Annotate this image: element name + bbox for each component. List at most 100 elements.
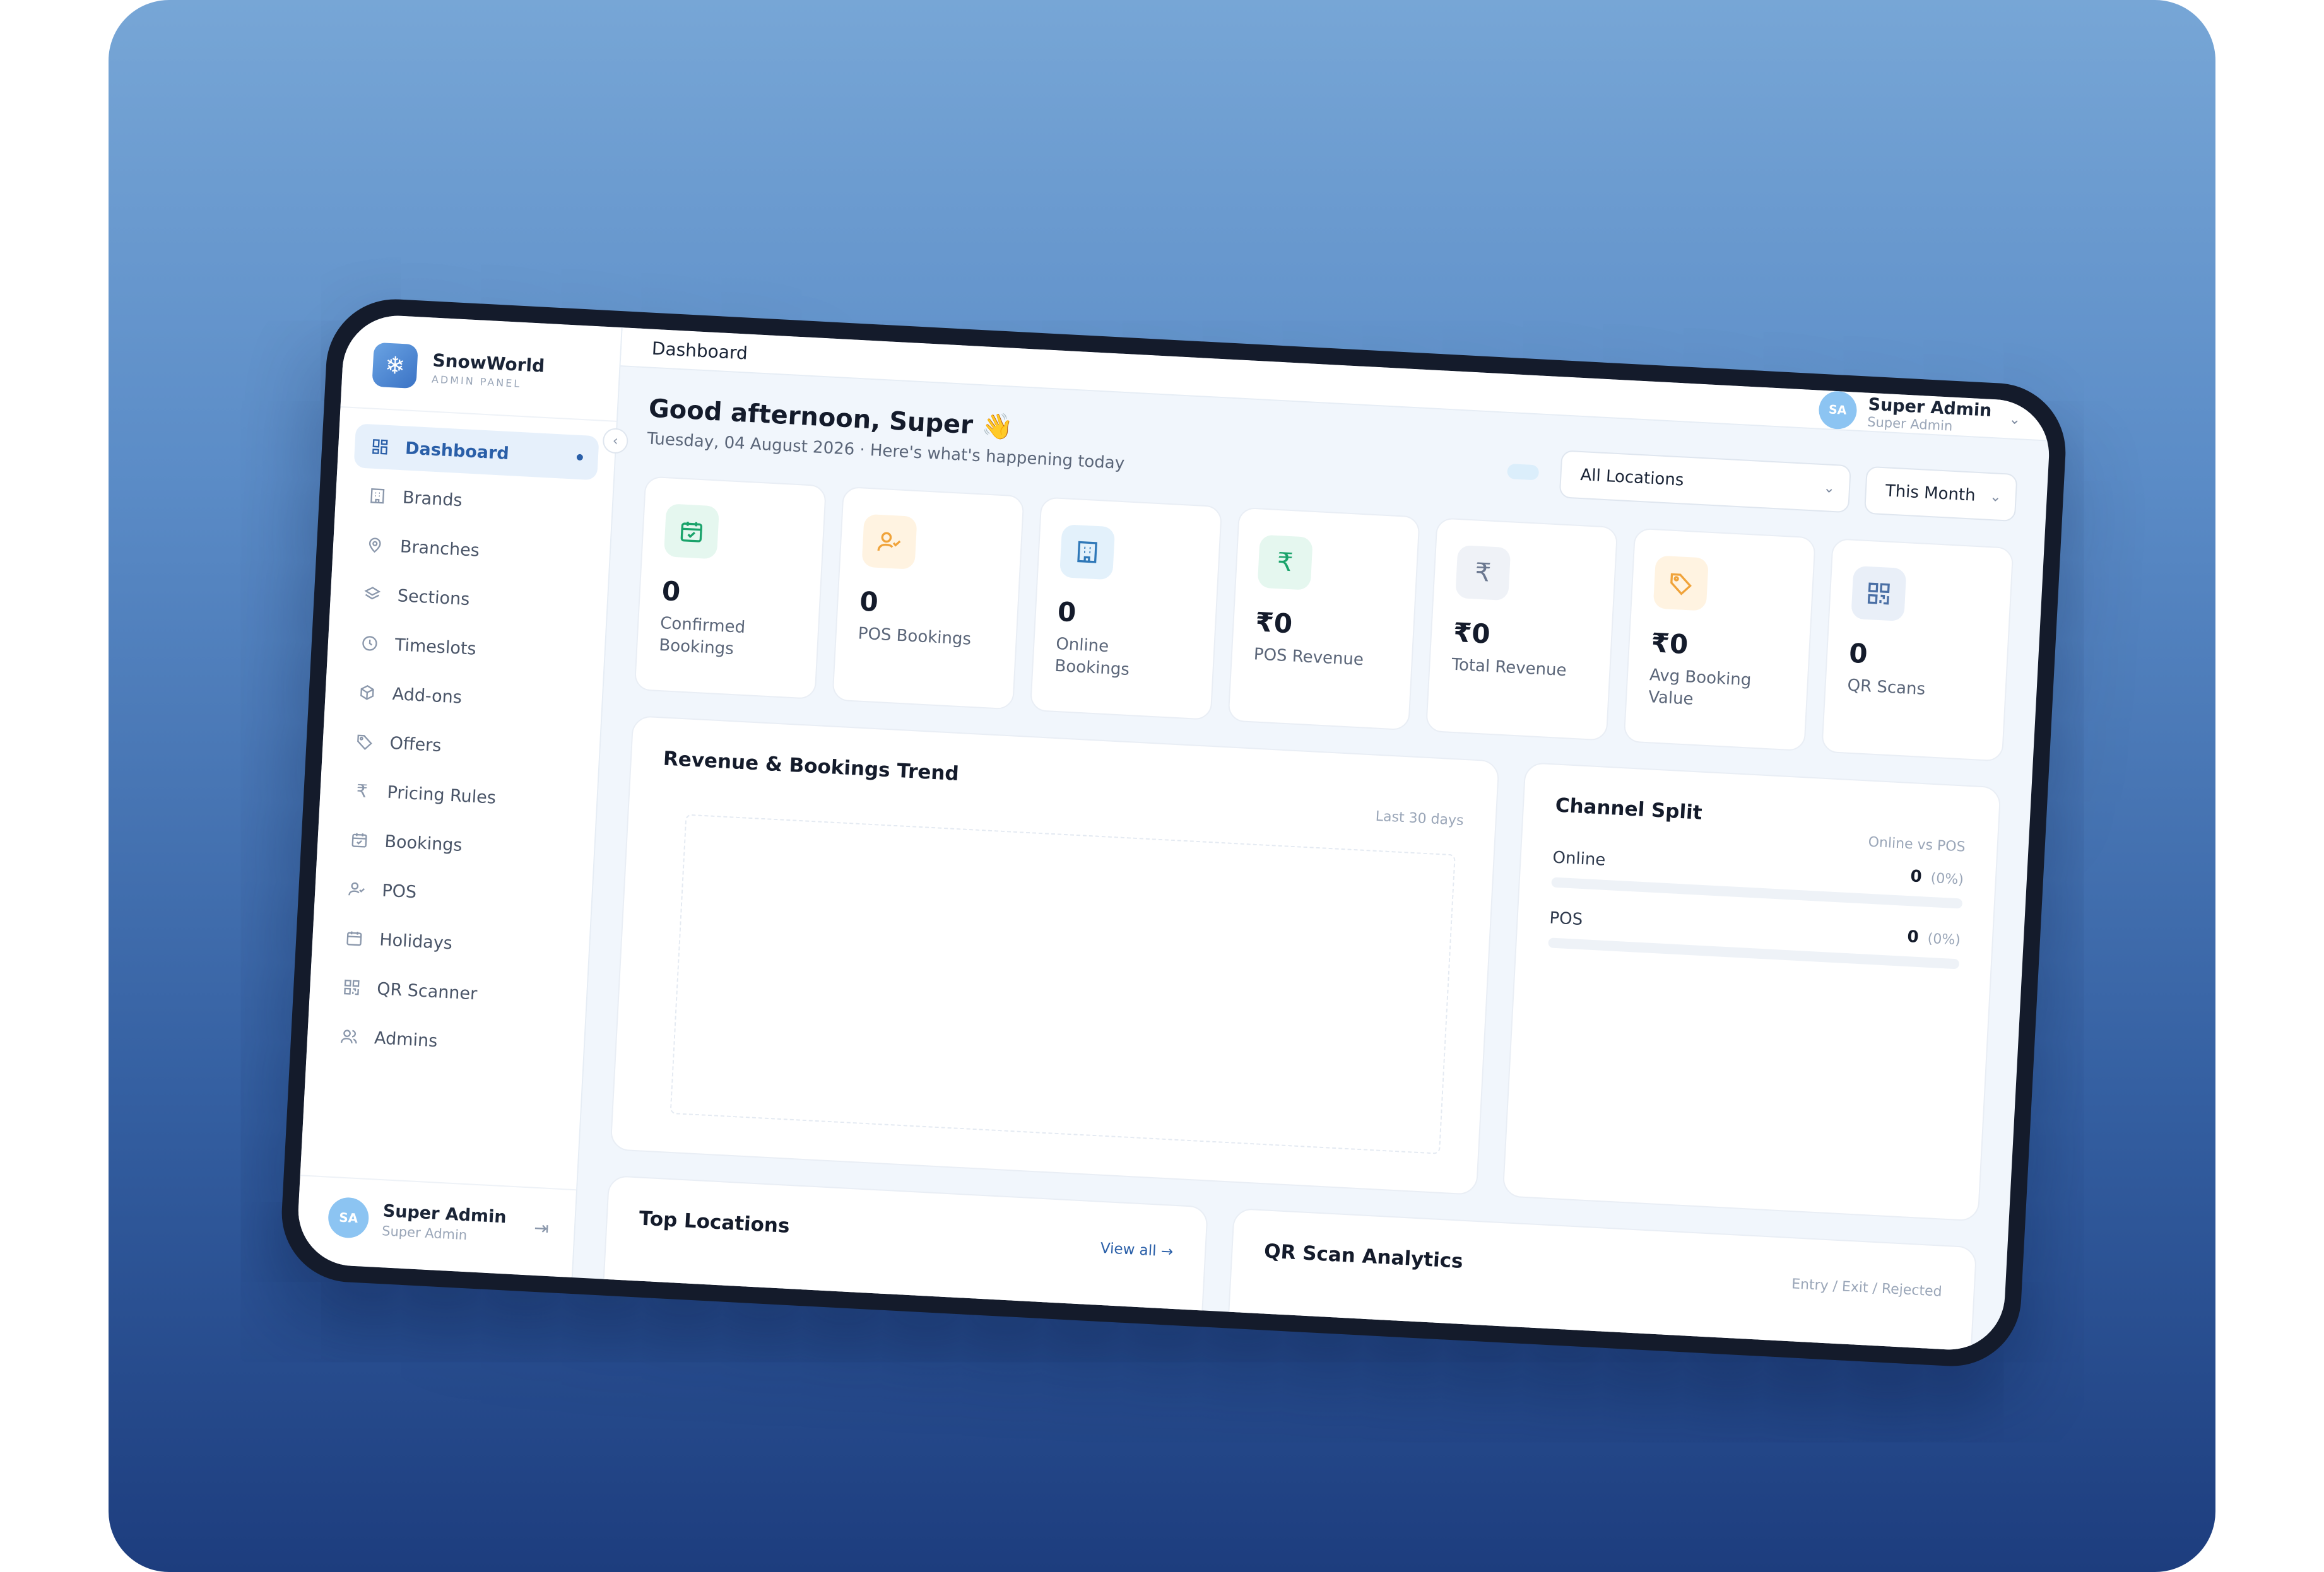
sidebar-item-pos[interactable]: POS: [331, 865, 576, 922]
chevron-down-icon: ⌄: [2008, 411, 2021, 428]
sidebar-user: SA Super Admin Super Admin ⇥: [295, 1175, 577, 1278]
sidebar-item-label: Brands: [402, 487, 463, 510]
tag-icon: [1653, 555, 1709, 611]
stat-label: POS Revenue: [1253, 645, 1364, 670]
qr-icon: [341, 977, 363, 998]
brand: ❄ SnowWorld ADMIN PANEL: [340, 313, 622, 422]
stat-label: Total Revenue: [1451, 655, 1567, 681]
card-title: Top Locations: [638, 1207, 791, 1238]
sidebar-item-label: Timeslots: [394, 635, 477, 659]
split-value: 0: [1906, 927, 1920, 947]
sidebar-item-pricing-rules[interactable]: ₹ Pricing Rules: [336, 768, 581, 824]
brand-subtitle: ADMIN PANEL: [431, 373, 522, 390]
user-check-icon: [346, 879, 368, 900]
period-select-value: This Month: [1885, 481, 1976, 505]
stat-label: Confirmed Bookings: [658, 613, 746, 659]
charts-row: Revenue & Bookings Trend Last 30 days Ch…: [610, 715, 2002, 1222]
card-title: Channel Split: [1554, 794, 1703, 824]
building-icon: [1059, 524, 1116, 580]
split-row-online: Online 0 (0%): [1551, 848, 1964, 909]
stat-cards: 0 Confirmed Bookings 0 POS Bookings 0 On…: [634, 476, 2014, 762]
avatar: SA: [327, 1196, 370, 1240]
sidebar-item-brands[interactable]: Brands: [351, 472, 596, 529]
stat-label: QR Scans: [1846, 676, 1926, 700]
avatar: SA: [1817, 390, 1858, 430]
stat-value: ₹0: [1254, 606, 1294, 640]
stat-value: 0: [661, 575, 681, 607]
building-icon: [367, 485, 388, 507]
sidebar-item-label: Admins: [374, 1028, 439, 1051]
sidebar-nav: Dashboard Brands Branches Sections Times…: [305, 408, 616, 1086]
chevron-down-icon: ⌄: [1989, 488, 2002, 505]
stat-value: ₹0: [1452, 616, 1491, 650]
sidebar-item-dashboard[interactable]: Dashboard: [353, 423, 599, 481]
stat-label: Avg Booking Value: [1648, 666, 1752, 709]
sidebar-item-label: Offers: [389, 733, 442, 756]
sidebar-item-branches[interactable]: Branches: [348, 522, 594, 578]
sidebar-item-label: Dashboard: [404, 438, 510, 464]
user-check-icon: [861, 513, 917, 570]
sidebar-item-sections[interactable]: Sections: [346, 571, 591, 628]
split-label: Online: [1552, 848, 1607, 870]
period-select[interactable]: This Month ⌄: [1863, 466, 2018, 522]
stat-card-total-revenue: ₹ ₹0 Total Revenue: [1425, 517, 1619, 741]
stat-card-pos-bookings: 0 POS Bookings: [832, 486, 1025, 710]
stat-value: 0: [1848, 637, 1868, 670]
split-value: 0: [1909, 867, 1923, 887]
chart-placeholder: [669, 814, 1456, 1154]
sidebar-item-label: Add-ons: [392, 684, 463, 708]
calendar-check-icon: [663, 503, 720, 560]
rupee-icon: ₹: [1257, 534, 1313, 590]
split-percent: (0%): [1927, 930, 1961, 949]
stat-label: POS Bookings: [858, 624, 972, 649]
channel-split-card: Channel Split Online vs POS Online 0 (0%…: [1502, 761, 2002, 1222]
card-meta: Last 30 days: [1375, 808, 1465, 830]
calendar-check-icon: [349, 830, 370, 851]
sidebar-item-label: QR Scanner: [376, 978, 478, 1004]
page-title: Dashboard: [651, 337, 748, 364]
users-icon: [338, 1026, 360, 1047]
sidebar-item-label: Holidays: [379, 929, 453, 953]
dashboard-content: Good afternoon, Super 👋 Tuesday, 04 Augu…: [567, 367, 2050, 1352]
dashboard-icon: [369, 437, 391, 458]
stat-value: ₹0: [1650, 627, 1689, 660]
main-area: Dashboard SA Super Admin Super Admin ⌄ G…: [573, 327, 2052, 1352]
stat-value: 0: [859, 585, 880, 618]
tablet-frame: ❄ SnowWorld ADMIN PANEL ‹ Dashboard Bran…: [278, 295, 2069, 1370]
sidebar-item-bookings[interactable]: Bookings: [333, 816, 579, 873]
brand-name: SnowWorld: [432, 349, 545, 377]
card-meta: Online vs POS: [1868, 834, 1966, 855]
split-percent: (0%): [1930, 870, 1964, 888]
map-pin-icon: [364, 534, 386, 556]
stat-card-online-bookings: 0 Online Bookings: [1029, 496, 1223, 720]
sidebar-item-qr-scanner[interactable]: QR Scanner: [326, 964, 571, 1021]
sidebar-item-timeslots[interactable]: Timeslots: [343, 620, 589, 677]
logout-icon[interactable]: ⇥: [534, 1217, 550, 1238]
active-indicator: [576, 454, 584, 461]
chevron-down-icon: ⌄: [1822, 479, 1836, 496]
rupee-icon: ₹: [355, 780, 369, 802]
qr-analytics-card: QR Scan Analytics Entry / Exit / Rejecte…: [1224, 1207, 1978, 1352]
sidebar-item-admins[interactable]: Admins: [323, 1013, 569, 1070]
stat-card-avg-booking-value: ₹0 Avg Booking Value: [1623, 527, 1816, 752]
stat-label: Online Bookings: [1054, 634, 1130, 680]
package-icon: [357, 682, 378, 703]
card-title: Revenue & Bookings Trend: [663, 747, 960, 786]
app-screen: ❄ SnowWorld ADMIN PANEL ‹ Dashboard Bran…: [295, 313, 2052, 1352]
split-label: POS: [1548, 908, 1583, 930]
stat-card-qr-scans: 0 QR Scans: [1821, 537, 2014, 762]
view-all-link[interactable]: View all →: [1100, 1240, 1174, 1260]
qr-icon: [1851, 565, 1907, 622]
location-select-value: All Locations: [1579, 465, 1685, 490]
sidebar-item-label: Pricing Rules: [386, 782, 497, 808]
sidebar-item-offers[interactable]: Offers: [338, 719, 584, 775]
sidebar-item-add-ons[interactable]: Add-ons: [341, 669, 586, 726]
sidebar-item-holidays[interactable]: Holidays: [328, 915, 574, 971]
sidebar-item-label: Bookings: [384, 831, 463, 855]
user-name: Super Admin: [382, 1200, 507, 1227]
user-role: Super Admin: [381, 1223, 468, 1243]
sidebar: ❄ SnowWorld ADMIN PANEL ‹ Dashboard Bran…: [295, 313, 629, 1278]
stat-card-confirmed-bookings: 0 Confirmed Bookings: [634, 476, 827, 700]
status-pill: [1507, 463, 1540, 481]
canvas: ❄ SnowWorld ADMIN PANEL ‹ Dashboard Bran…: [0, 0, 2324, 1572]
